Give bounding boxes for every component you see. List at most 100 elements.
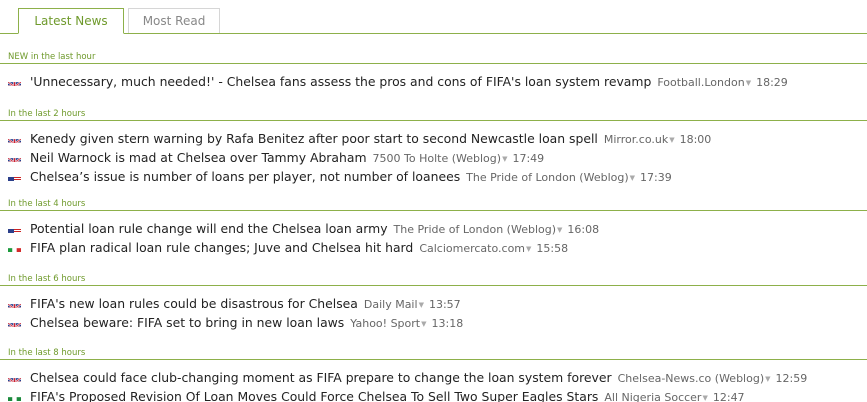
news-item-text: Kenedy given stern warning by Rafa Benit… bbox=[30, 129, 711, 150]
section-divider bbox=[0, 285, 867, 286]
section-header: NEW in the last hour bbox=[0, 52, 867, 64]
news-item-text: Neil Warnock is mad at Chelsea over Tamm… bbox=[30, 148, 544, 169]
news-item: Chelsea could face club-changing moment … bbox=[0, 368, 867, 387]
section-label: In the last 6 hours bbox=[8, 274, 89, 285]
section-header: In the last 8 hours bbox=[0, 348, 867, 360]
source-name: Yahoo! Sport bbox=[350, 317, 421, 330]
uk-flag-icon bbox=[8, 373, 21, 382]
timestamp: 18:00 bbox=[679, 133, 712, 146]
tab-most-read[interactable]: Most Read bbox=[128, 8, 220, 33]
tab-bar: Latest News Most Read bbox=[0, 0, 867, 34]
source-link[interactable]: The Pride of London (Weblog)▼ bbox=[394, 223, 563, 236]
source-name: The Pride of London (Weblog) bbox=[393, 223, 557, 236]
uk-flag-icon bbox=[8, 318, 21, 327]
news-item-text: Chelsea could face club-changing moment … bbox=[30, 368, 807, 389]
headline-link[interactable]: Chelsea beware: FIFA set to bring in new… bbox=[30, 315, 344, 330]
source-name: Chelsea-News.co (Weblog) bbox=[617, 372, 765, 385]
caret-down-icon[interactable]: ▼ bbox=[746, 79, 751, 87]
timestamp: 12:47 bbox=[712, 391, 745, 402]
timestamp: 15:58 bbox=[536, 242, 569, 255]
timestamp: 16:08 bbox=[567, 223, 600, 236]
news-section: In the last 4 hours Potential loan rule c… bbox=[0, 199, 867, 257]
news-item-text: Chelsea’s issue is number of loans per p… bbox=[30, 167, 672, 188]
ng-flag-icon bbox=[8, 392, 21, 401]
headline-link[interactable]: FIFA's new loan rules could be disastrou… bbox=[30, 296, 358, 311]
news-item: Chelsea beware: FIFA set to bring in new… bbox=[0, 313, 867, 332]
source-link[interactable]: Football.London▼ bbox=[657, 76, 751, 89]
source-link[interactable]: Calciomercato.com▼ bbox=[419, 242, 531, 255]
news-item-text: FIFA's new loan rules could be disastrou… bbox=[30, 294, 461, 315]
caret-down-icon[interactable]: ▼ bbox=[702, 394, 707, 402]
source-name: All Nigeria Soccer bbox=[604, 391, 702, 402]
section-header: In the last 4 hours bbox=[0, 199, 867, 211]
source-link[interactable]: Mirror.co.uk▼ bbox=[604, 133, 675, 146]
news-item: Chelsea’s issue is number of loans per p… bbox=[0, 167, 867, 186]
news-item-text: FIFA plan radical loan rule changes; Juv… bbox=[30, 238, 568, 259]
caret-down-icon[interactable]: ▼ bbox=[421, 320, 426, 328]
caret-down-icon[interactable]: ▼ bbox=[557, 226, 562, 234]
news-item: Potential loan rule change will end the … bbox=[0, 219, 867, 238]
tab-latest-news[interactable]: Latest News bbox=[18, 8, 124, 34]
section-label: In the last 8 hours bbox=[8, 348, 89, 359]
caret-down-icon[interactable]: ▼ bbox=[419, 301, 424, 309]
timestamp: 18:29 bbox=[756, 76, 788, 89]
timestamp: 13:57 bbox=[428, 298, 461, 311]
news-item: FIFA's new loan rules could be disastrou… bbox=[0, 294, 867, 313]
section-label: In the last 2 hours bbox=[8, 109, 89, 120]
uk-flag-icon bbox=[8, 153, 21, 162]
source-name: The Pride of London (Weblog) bbox=[466, 171, 629, 184]
source-name: Mirror.co.uk bbox=[603, 133, 669, 146]
headline-link[interactable]: Chelsea’s issue is number of loans per p… bbox=[30, 169, 460, 184]
news-section: In the last 8 hours Chelsea could face cl… bbox=[0, 348, 867, 402]
timestamp: 12:59 bbox=[775, 372, 808, 385]
news-section: In the last 6 hours FIFA's new loan rules… bbox=[0, 274, 867, 332]
headline-link[interactable]: FIFA's Proposed Revision Of Loan Moves C… bbox=[30, 389, 598, 402]
source-link[interactable]: The Pride of London (Weblog)▼ bbox=[466, 171, 635, 184]
us-flag-icon bbox=[8, 224, 21, 233]
section-label: In the last 4 hours bbox=[8, 199, 89, 210]
it-flag-icon bbox=[8, 243, 21, 252]
source-name: 7500 To Holte (Weblog) bbox=[372, 152, 502, 165]
news-item-text: 'Unnecessary, much needed!' - Chelsea fa… bbox=[30, 72, 788, 93]
source-link[interactable]: Chelsea-News.co (Weblog)▼ bbox=[618, 372, 771, 385]
caret-down-icon[interactable]: ▼ bbox=[669, 136, 674, 144]
uk-flag-icon bbox=[8, 134, 21, 143]
caret-down-icon[interactable]: ▼ bbox=[630, 174, 635, 182]
news-item-text: Potential loan rule change will end the … bbox=[30, 219, 599, 240]
us-flag-icon bbox=[8, 172, 21, 181]
source-name: Football.London bbox=[657, 76, 745, 89]
headline-link[interactable]: Potential loan rule change will end the … bbox=[30, 221, 388, 236]
news-item-text: Chelsea beware: FIFA set to bring in new… bbox=[30, 313, 463, 334]
headline-link[interactable]: 'Unnecessary, much needed!' - Chelsea fa… bbox=[30, 74, 651, 89]
section-header: In the last 6 hours bbox=[0, 274, 867, 286]
headline-link[interactable]: Neil Warnock is mad at Chelsea over Tamm… bbox=[30, 150, 367, 165]
headline-link[interactable]: Chelsea could face club-changing moment … bbox=[30, 370, 612, 385]
section-divider bbox=[0, 359, 867, 360]
news-item: Neil Warnock is mad at Chelsea over Tamm… bbox=[0, 148, 867, 167]
source-link[interactable]: Yahoo! Sport▼ bbox=[350, 317, 426, 330]
source-link[interactable]: 7500 To Holte (Weblog)▼ bbox=[373, 152, 508, 165]
source-name: Calciomercato.com bbox=[419, 242, 526, 255]
caret-down-icon[interactable]: ▼ bbox=[502, 155, 507, 163]
section-label: NEW in the last hour bbox=[8, 52, 99, 63]
headline-link[interactable]: FIFA plan radical loan rule changes; Juv… bbox=[30, 240, 413, 255]
news-section: In the last 2 hours Kenedy given stern wa… bbox=[0, 109, 867, 186]
caret-down-icon[interactable]: ▼ bbox=[526, 245, 531, 253]
section-header: In the last 2 hours bbox=[0, 109, 867, 121]
section-divider bbox=[0, 120, 867, 121]
headline-link[interactable]: Kenedy given stern warning by Rafa Benit… bbox=[30, 131, 598, 146]
tab-underline bbox=[0, 33, 867, 34]
news-item-text: FIFA's Proposed Revision Of Loan Moves C… bbox=[30, 387, 745, 402]
news-item: Kenedy given stern warning by Rafa Benit… bbox=[0, 129, 867, 148]
timestamp: 13:18 bbox=[431, 317, 464, 330]
uk-flag-icon bbox=[8, 299, 21, 308]
section-divider bbox=[0, 63, 867, 64]
caret-down-icon[interactable]: ▼ bbox=[765, 375, 770, 383]
source-link[interactable]: Daily Mail▼ bbox=[364, 298, 424, 311]
source-link[interactable]: All Nigeria Soccer▼ bbox=[604, 391, 707, 402]
timestamp: 17:49 bbox=[512, 152, 545, 165]
news-item: FIFA's Proposed Revision Of Loan Moves C… bbox=[0, 387, 867, 402]
source-name: Daily Mail bbox=[363, 298, 418, 311]
uk-flag-icon bbox=[8, 77, 21, 86]
news-item: 'Unnecessary, much needed!' - Chelsea fa… bbox=[0, 72, 867, 91]
